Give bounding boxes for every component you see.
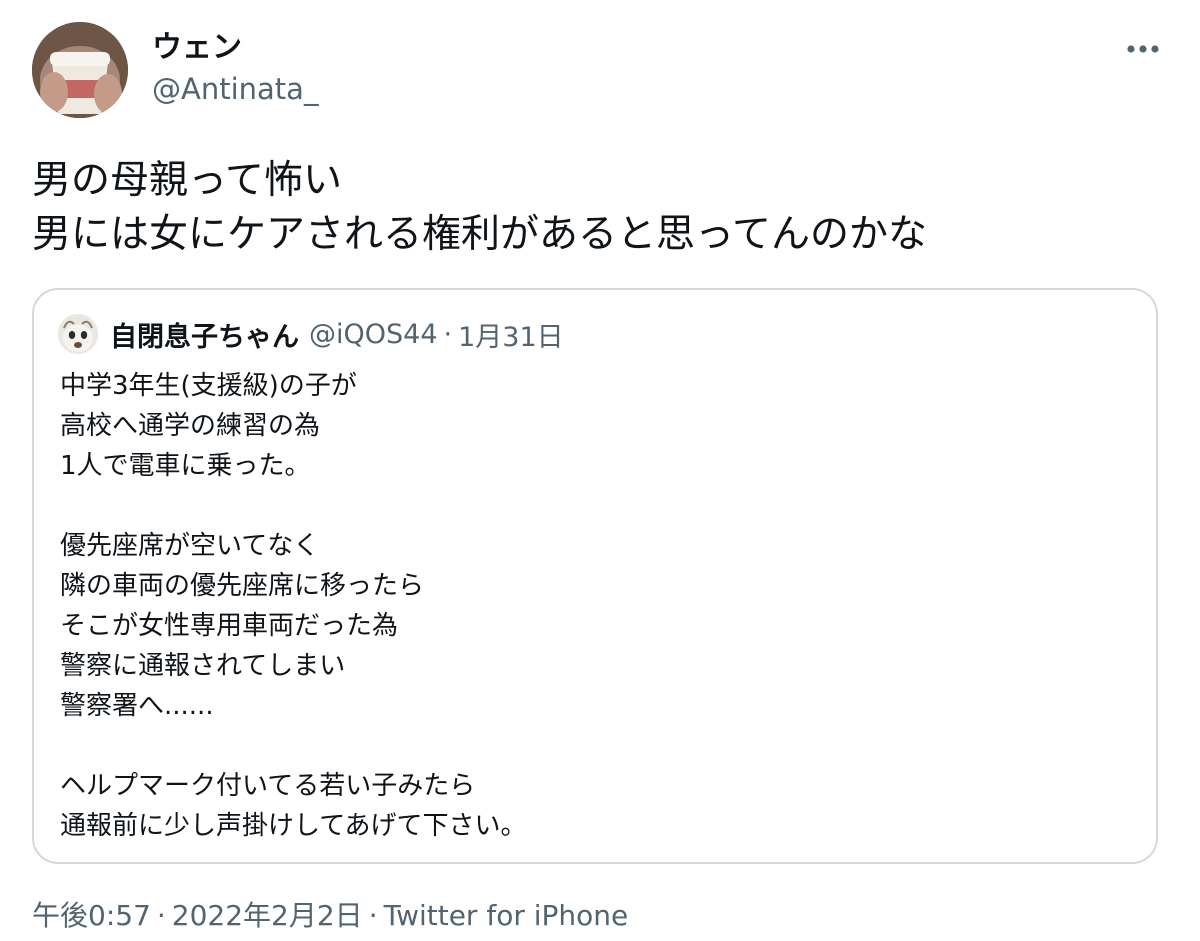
tweet-text-line: 男には女にケアされる権利があると思ってんのかな [32, 212, 928, 257]
quoted-author-display-name: 自閉息子ちゃん [110, 321, 299, 353]
timestamp-separator: · [156, 899, 166, 932]
tweet-source-link[interactable]: Twitter for iPhone [384, 899, 629, 932]
tweet-text: 男の母親って怖い 男には女にケアされる権利があると思ってんのかな [32, 154, 1172, 262]
quoted-text-line: そこが女性専用車両だった為 [60, 611, 399, 641]
tweet: ウェン @Antinata_ 男の母親って怖い 男には女にケアされる権利があると… [0, 0, 1200, 941]
quoted-tweet-body: 中学3年生(支援級)の子が 高校へ通学の練習の為 1人で電車に乗った。 優先座席… [60, 366, 526, 846]
more-horizontal-icon[interactable] [1118, 34, 1168, 64]
quoted-text-line: ヘルプマーク付いてる若い子みたら [60, 771, 476, 801]
quoted-header-separator: · [443, 318, 453, 350]
tweet-timestamp: 午後0:57 · 2022年2月2日 · Twitter for iPhone [32, 896, 628, 936]
quoted-text-line: 警察署へ...... [60, 691, 214, 721]
quoted-text-line: 高校へ通学の練習の為 [60, 411, 321, 441]
quoted-text-line: 1人で電車に乗った。 [60, 451, 311, 481]
quoted-author-avatar [58, 314, 98, 354]
quoted-text-line [60, 486, 526, 526]
tweet-text-line: 男の母親って怖い [32, 158, 343, 203]
quoted-text-line: 中学3年生(支援級)の子が [60, 371, 357, 401]
author-display-name[interactable]: ウェン [152, 30, 242, 66]
quoted-tweet-header: 自閉息子ちゃん @iQOS44 · 1月31日 [110, 314, 564, 354]
author-avatar[interactable] [32, 22, 128, 118]
quoted-tweet-card[interactable]: 自閉息子ちゃん @iQOS44 · 1月31日 中学3年生(支援級)の子が 高校… [32, 288, 1158, 864]
quoted-text-line: 優先座席が空いてなく [60, 531, 320, 561]
timestamp-time[interactable]: 午後0:57 [32, 899, 151, 932]
quoted-text-line: 通報前に少し声掛けしてあげて下さい。 [60, 811, 527, 841]
quoted-text-line: 警察に通報されてしまい [60, 651, 346, 681]
source-separator: · [368, 899, 378, 932]
timestamp-date[interactable]: 2022年2月2日 [172, 899, 363, 932]
quoted-author-handle: @iQOS44 [309, 318, 438, 350]
quoted-text-line [60, 726, 526, 766]
quoted-text-line: 隣の車両の優先座席に移ったら [60, 571, 425, 601]
quoted-tweet-date: 1月31日 [458, 321, 564, 353]
author-handle[interactable]: @Antinata_ [152, 72, 318, 106]
